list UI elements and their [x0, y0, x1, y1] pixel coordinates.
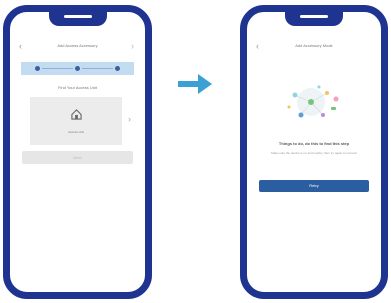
phone-frame-left: ‹ Add Access Accessory › Find Your Acces…: [3, 5, 152, 299]
page-title: Add Access Accessory: [57, 43, 98, 48]
screen-header: ‹ Add Accessory Mode: [247, 39, 381, 53]
phone-notch: [48, 12, 107, 26]
step-dot: [115, 66, 120, 71]
phone-notch: [285, 12, 343, 26]
arrow-right-icon: [178, 74, 212, 94]
progress-stepper: [21, 62, 134, 75]
message-title: Things to do, do this to find this step: [278, 141, 350, 146]
chevron-right-icon[interactable]: ›: [131, 39, 134, 53]
step-connector: [42, 68, 73, 69]
phone-frame-right: ‹ Add Accessory Mode Things to do, do th…: [240, 5, 388, 299]
page-title: Add Accessory Mode: [295, 43, 333, 48]
screen-header: ‹ Add Access Accessory ›: [10, 39, 145, 53]
step-dot: [35, 66, 40, 71]
speaker-icon: [63, 15, 92, 18]
step-connector: [82, 68, 113, 69]
message-body: Make sure the device is on and nearby, t…: [271, 151, 357, 155]
device-card[interactable]: Access Unit: [30, 97, 122, 145]
section-label: Find Your Access Unit: [58, 85, 97, 90]
next-button[interactable]: Next: [22, 151, 133, 164]
scattered-dots-illustration: [287, 85, 339, 118]
step-dot: [75, 66, 80, 71]
device-label: Access Unit: [68, 130, 84, 134]
chevron-right-icon[interactable]: ›: [128, 114, 131, 124]
retry-button[interactable]: Retry: [259, 180, 369, 192]
house-icon: [71, 109, 82, 120]
speaker-icon: [300, 15, 328, 18]
